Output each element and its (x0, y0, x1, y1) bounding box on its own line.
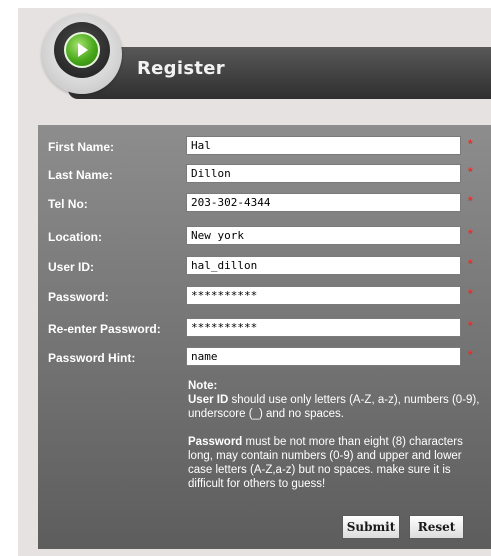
required-star: * (468, 137, 473, 151)
first-name-field[interactable] (186, 136, 461, 155)
userid-term: User ID (188, 394, 229, 406)
password-row: Password: * (38, 285, 491, 309)
password-note: Password must be not more than eight (8)… (188, 435, 488, 491)
re-enter-password-row: Re-enter Password: * (38, 317, 491, 341)
tel-no-field[interactable] (186, 193, 461, 212)
last-name-label: Last Name: (48, 168, 113, 182)
password-field[interactable] (186, 286, 461, 305)
user-id-row: User ID: * (38, 255, 491, 279)
re-enter-password-field[interactable] (186, 318, 461, 337)
re-enter-password-label: Re-enter Password: (48, 322, 161, 336)
required-star: * (468, 165, 473, 179)
required-star: * (468, 194, 473, 208)
required-star: * (468, 257, 473, 271)
submit-button[interactable]: Submit (342, 515, 400, 539)
first-name-label: First Name: (48, 140, 115, 154)
userid-note: User ID should use only letters (A-Z, a-… (188, 393, 488, 421)
last-name-row: Last Name: * (38, 163, 491, 187)
page-title: Register (137, 58, 225, 79)
password-hint-row: Password Hint: * (38, 346, 491, 370)
required-star: * (468, 227, 473, 241)
green-play-icon (64, 32, 100, 68)
password-label: Password: (48, 290, 109, 304)
user-id-field[interactable] (186, 256, 461, 275)
reset-button[interactable]: Reset (409, 515, 464, 539)
location-label: Location: (48, 230, 102, 244)
note-heading: Note: (188, 380, 218, 392)
last-name-field[interactable] (186, 164, 461, 183)
required-star: * (468, 348, 473, 362)
note-spacer (188, 421, 488, 435)
required-star: * (468, 319, 473, 333)
password-hint-label: Password Hint: (48, 351, 136, 365)
header-bar (68, 47, 491, 99)
tel-no-label: Tel No: (48, 197, 88, 211)
first-name-row: First Name: * (38, 135, 491, 159)
location-row: Location: * (38, 225, 491, 249)
required-star: * (468, 287, 473, 301)
userid-note-text: should use only letters (A-Z, a-z), numb… (188, 394, 480, 420)
registration-form: First Name: * Last Name: * Tel No: * Loc… (38, 125, 491, 549)
play-triangle-icon (78, 43, 88, 57)
password-term: Password (188, 436, 243, 448)
user-id-label: User ID: (48, 260, 95, 274)
location-field[interactable] (186, 226, 461, 245)
password-hint-field[interactable] (186, 347, 461, 366)
tel-no-row: Tel No: * (38, 192, 491, 216)
note-block: Note: User ID should use only letters (A… (188, 379, 488, 491)
